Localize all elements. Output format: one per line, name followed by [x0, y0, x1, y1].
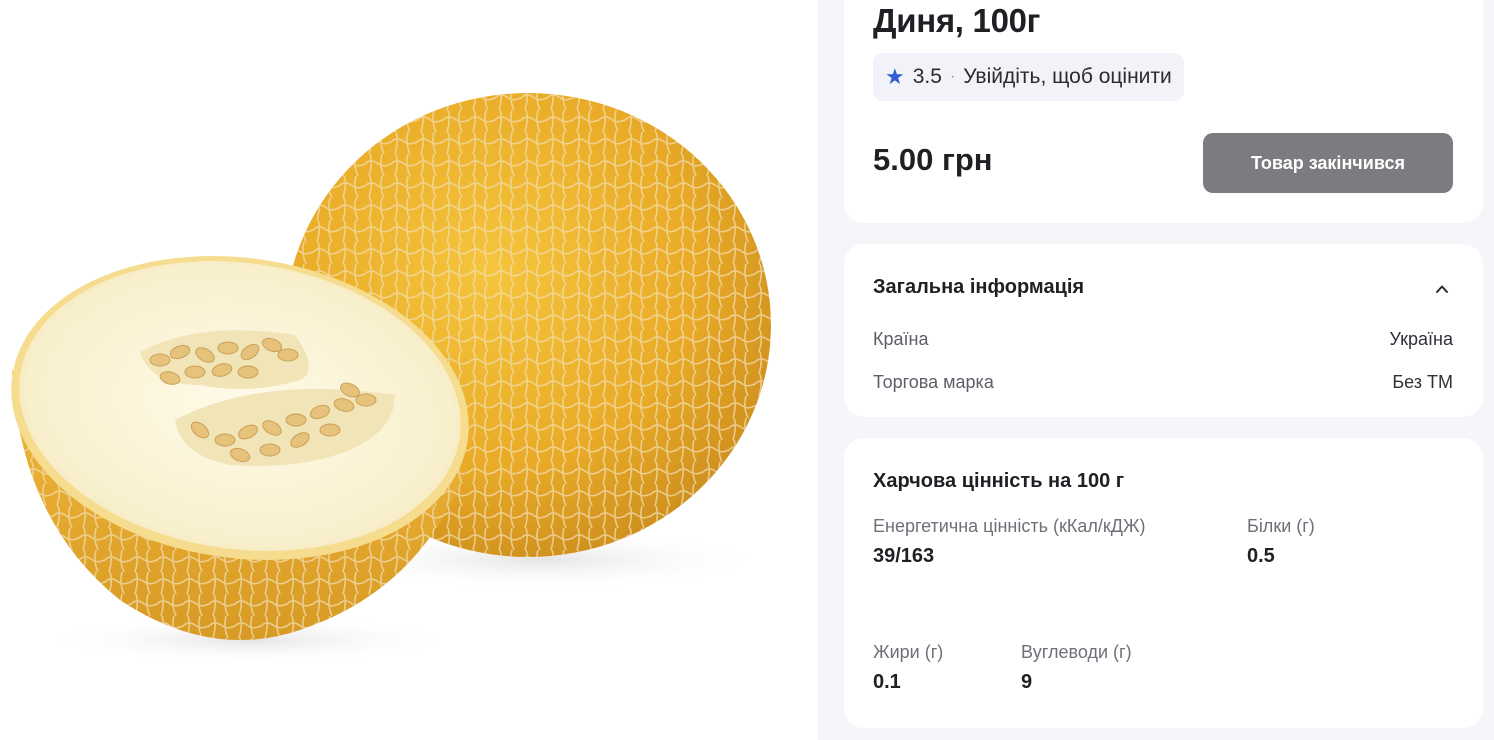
product-details-panel: Диня, 100г ★ 3.5 · Увійдіть, щоб оцінити…: [818, 0, 1494, 740]
general-info-title: Загальна інформація: [873, 276, 1085, 298]
product-image: [0, 0, 818, 740]
product-page: Диня, 100г ★ 3.5 · Увійдіть, щоб оцінити…: [0, 0, 1494, 740]
product-title: Диня, 100г: [873, 2, 1041, 39]
nutrition-value: 0.1: [873, 671, 901, 693]
nutrition-label: Вуглеводи (г): [1021, 642, 1132, 662]
info-value: Україна: [1389, 329, 1453, 349]
nutrition-value: 0.5: [1247, 545, 1275, 567]
rating-login-link[interactable]: Увійдіть, щоб оцінити: [963, 65, 1172, 89]
rating-value: 3.5: [912, 65, 942, 88]
rating-widget[interactable]: ★ 3.5 · Увійдіть, щоб оцінити: [873, 53, 1184, 101]
nutrition-label: Жири (г): [873, 642, 944, 662]
info-row-country: Країна Україна: [873, 329, 1453, 350]
melon-illustration: [11, 93, 771, 664]
nutrition-value: 39/163: [873, 545, 935, 567]
nutrition-label: Енергетична цінність (кКал/кДЖ): [873, 516, 1146, 536]
star-icon: ★: [885, 64, 905, 89]
out-of-stock-button[interactable]: Товар закінчився: [1203, 133, 1453, 193]
nutrition-label: Білки (г): [1247, 516, 1315, 536]
product-price: 5.00 грн: [873, 142, 993, 177]
nutrition-title: Харчова цінність на 100 г: [873, 470, 1125, 492]
info-label: Торгова марка: [873, 372, 994, 392]
info-row-brand: Торгова марка Без ТМ: [873, 372, 1453, 393]
nutrition-value: 9: [1021, 671, 1033, 693]
nutrition-card: Харчова цінність на 100 г Енергетична ці…: [844, 438, 1483, 728]
info-value: Без ТМ: [1392, 372, 1453, 392]
product-summary-card: Диня, 100г ★ 3.5 · Увійдіть, щоб оцінити…: [844, 0, 1483, 223]
chevron-up-icon[interactable]: [1435, 282, 1449, 296]
info-label: Країна: [873, 329, 929, 349]
general-info-card: Загальна інформація Країна Україна Торго…: [844, 244, 1483, 417]
rating-separator: ·: [949, 68, 956, 85]
